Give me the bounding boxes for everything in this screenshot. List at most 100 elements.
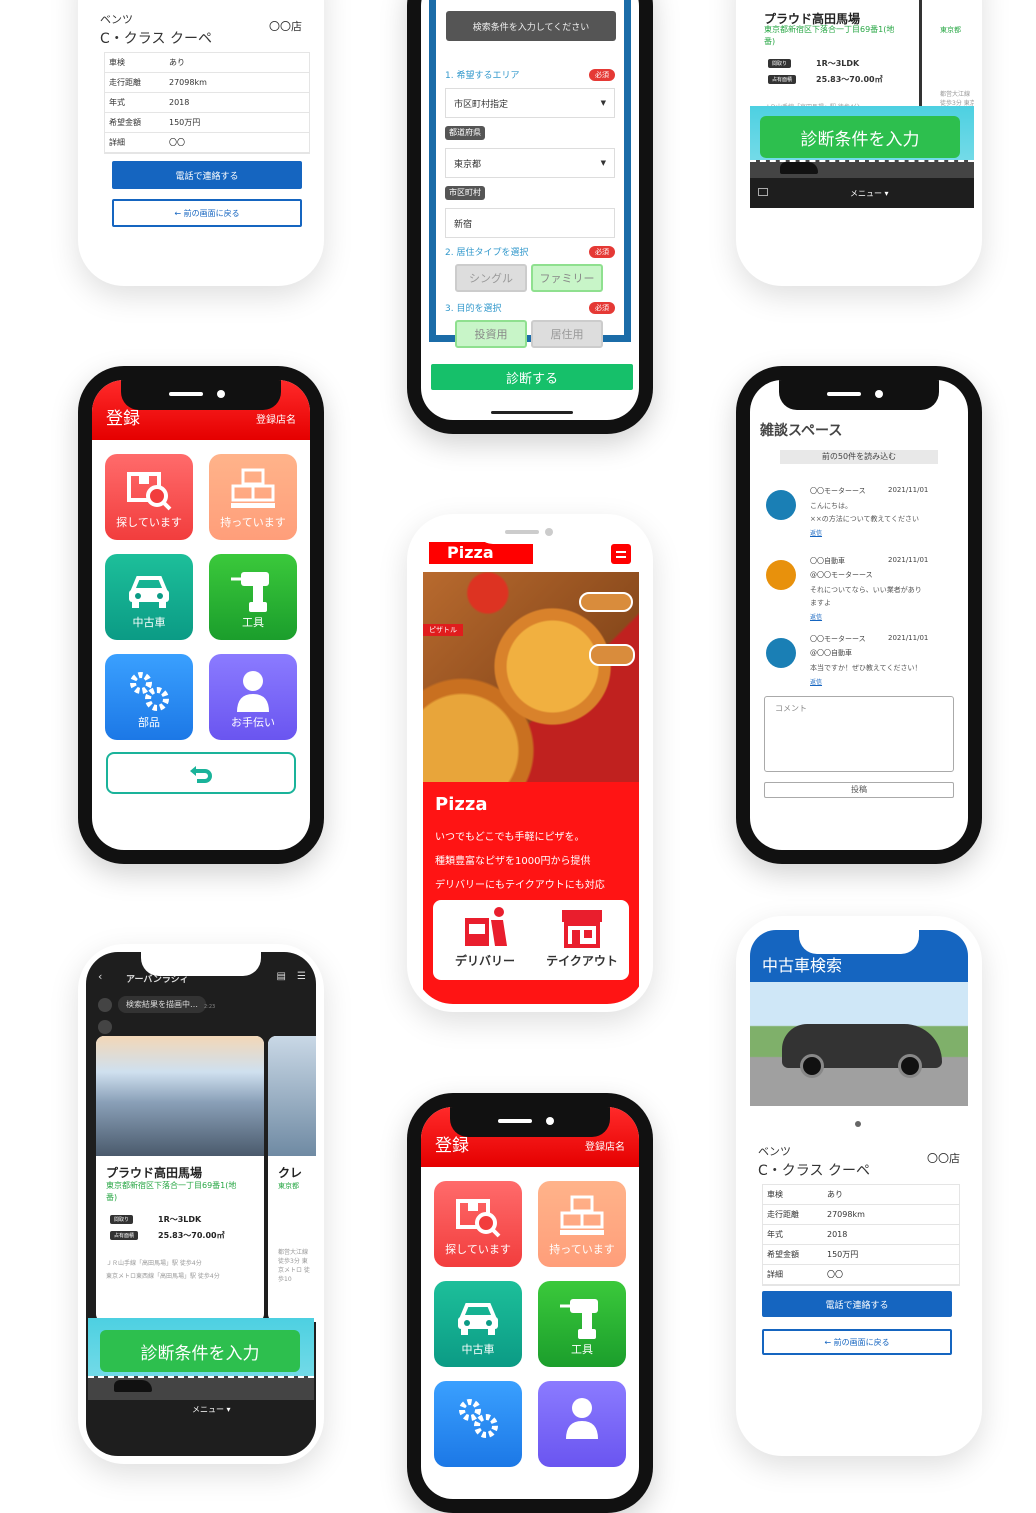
car-photo (750, 982, 968, 1106)
property-name: プラウド高田馬場 (106, 1166, 203, 1180)
diagnose-cta-button[interactable]: 診断条件を入力 (100, 1330, 300, 1372)
spec-row: 詳細 〇〇 (763, 1264, 959, 1285)
avatar (98, 1020, 112, 1034)
spec-key: 詳細 (105, 132, 165, 153)
notch (799, 930, 919, 954)
hotdog (579, 592, 633, 612)
tile-parts[interactable]: 部品 (105, 654, 193, 740)
post-author: 〇〇自動車 (810, 557, 845, 565)
list-icon[interactable]: ▤ (277, 971, 286, 982)
spec-value: 27098km (823, 1204, 959, 1225)
delivery-icon (465, 907, 507, 946)
tile-searching[interactable]: 探しています (105, 454, 193, 540)
screen: 登録 登録店名 探しています 持っています 中古車 工具 (421, 1107, 639, 1499)
reply-link[interactable]: 返信 (810, 677, 822, 686)
delivery-button[interactable]: デリバリー (443, 906, 527, 976)
spec-table: 車検 あり 走行距離 27098km 年式 2018 希望金額 150万円 詳細 〇〇 (104, 52, 310, 154)
tile-label: 工具 (571, 1343, 593, 1356)
keyboard-icon[interactable] (758, 188, 768, 196)
phone-car-detail-top: ベンツ C・クラス クーペ 〇〇店 車検 あり 走行距離 27098km 年式 2018 希… (78, 0, 324, 286)
access-line-2: 東京メトロ東西線「高田馬場」駅 徒歩4分 (106, 1273, 220, 1280)
area-badge: 占有面積 (110, 1231, 139, 1240)
call-button[interactable]: 電話で連絡する (112, 161, 302, 189)
post-date: 2021/11/01 (888, 634, 929, 642)
screen: ベンツ C・クラス クーペ 〇〇店 車検 あり 走行距離 27098km 年式 2018 希… (86, 0, 316, 278)
takeout-button[interactable]: テイクアウト (537, 906, 627, 976)
search-box-icon (456, 1199, 501, 1238)
menu-label[interactable]: メニュー ▾ (850, 188, 889, 199)
back-button[interactable]: ← 前の画面に戻る (112, 199, 302, 227)
layout-badge: 間取り (768, 59, 792, 68)
type-family-button[interactable]: ファミリー (531, 264, 603, 292)
area-select[interactable]: 市区町村指定 ▼ (445, 88, 615, 118)
phone-menu-app-bottom: 登録 登録店名 探しています 持っています 中古車 工具 (407, 1093, 653, 1513)
phone-used-car: 中古車検索 ベンツ C・クラス クーペ 〇〇店 車検 あり 走行距離 27098km 年… (736, 916, 982, 1456)
call-button[interactable]: 電話で連絡する (762, 1291, 952, 1317)
car-icon (114, 1380, 152, 1392)
shop-label: 〇〇店 (927, 1152, 960, 1165)
spec-key: 年式 (763, 1224, 823, 1245)
brand-label: ベンツ (100, 13, 133, 26)
back-button[interactable]: ← 前の画面に戻る (762, 1329, 952, 1355)
comment-input[interactable]: コメント (764, 696, 954, 772)
post-body: こんにちは。 ××の方法について教えてください (810, 502, 919, 524)
city-input[interactable]: 新宿 (445, 208, 615, 238)
tile-have[interactable]: 持っています (538, 1181, 626, 1267)
spec-row: 年式 2018 (763, 1224, 959, 1245)
menu-label[interactable]: メニュー ▾ (192, 1404, 231, 1415)
tile-tools[interactable]: 工具 (209, 554, 297, 640)
post-button[interactable]: 投稿 (764, 782, 954, 798)
search-box-icon (127, 472, 172, 511)
screen: プラウド高田馬場 東京都新宿区下落合一丁目69番1(地番) 間取り 1R〜3LD… (744, 0, 974, 278)
post-mention: @〇〇モーターース (810, 571, 873, 579)
tile-tools[interactable]: 工具 (538, 1281, 626, 1367)
shop-label: 〇〇店 (269, 20, 302, 33)
spec-value: あり (165, 53, 309, 73)
reply-link[interactable]: 返信 (810, 612, 822, 621)
shop-icon (562, 910, 602, 948)
purpose-live-button[interactable]: 居住用 (531, 320, 603, 348)
tile-label: 中古車 (132, 616, 166, 629)
tile-used-car[interactable]: 中古車 (434, 1281, 522, 1367)
pref-select[interactable]: 東京都 ▼ (445, 148, 615, 178)
purpose-invest-button[interactable]: 投資用 (455, 320, 527, 348)
city-tag: 市区町村 (445, 186, 485, 200)
pizza-heading: Pizza (435, 794, 488, 815)
reply-link[interactable]: 返信 (810, 528, 822, 537)
building-image (96, 1036, 264, 1156)
notch (779, 380, 939, 410)
menu-icon[interactable]: ☰ (297, 971, 306, 982)
load-more-button[interactable]: 前の50件を読み込む (780, 450, 938, 464)
property-address: 東京都新宿区下落合一丁目69番1(地番) (764, 25, 895, 46)
diagnose-cta-button[interactable]: 診断条件を入力 (760, 116, 960, 158)
layout-badge: 間取り (110, 1215, 134, 1224)
person-icon (237, 671, 269, 712)
pizza-line-1: いつでもどこでも手軽にピザを。 (435, 832, 585, 843)
tile-used-car[interactable]: 中古車 (105, 554, 193, 640)
spec-value: 〇〇 (823, 1264, 959, 1285)
next-property-access: 都営大江線 徒歩3分 東京メトロ 徒歩10 (278, 1249, 310, 1283)
area-badge: 占有面積 (768, 75, 797, 84)
stacked-boxes-icon (231, 468, 275, 508)
tile-label: 持っています (549, 1243, 615, 1256)
back-icon[interactable]: ‹ (98, 970, 102, 983)
tile-searching[interactable]: 探しています (434, 1181, 522, 1267)
carousel-dot[interactable] (855, 1121, 861, 1127)
hamburger-menu-button[interactable] (611, 544, 631, 564)
tile-help[interactable] (538, 1381, 626, 1467)
spec-value: 2018 (823, 1224, 959, 1245)
next-property-name: クレ (278, 1166, 303, 1180)
tile-parts[interactable] (434, 1381, 522, 1467)
screen: Pizza ピザトル Pizza いつでもどこでも手軽にピザを。 種類豊富なピザ… (415, 522, 645, 1004)
spec-value: あり (823, 1185, 959, 1205)
return-button[interactable] (106, 752, 296, 794)
phone-property-bottom: ‹ アーバンラシィ ▤ ☰ 検索結果を描画中… 2:23 プラウド高田馬場 東京… (78, 944, 324, 1464)
tile-have[interactable]: 持っています (209, 454, 297, 540)
app-title: 中古車検索 (762, 956, 843, 975)
submit-button[interactable]: 診断する (431, 364, 633, 390)
car-icon (458, 1303, 498, 1335)
tile-help[interactable]: お手伝い (209, 654, 297, 740)
type-single-button[interactable]: シングル (455, 264, 527, 292)
screen: 中古車検索 ベンツ C・クラス クーペ 〇〇店 車検 あり 走行距離 27098km 年… (744, 924, 974, 1448)
phone-search-form: 検索条件を入力してください 1. 希望するエリア 必須 市区町村指定 ▼ 都道府県… (407, 0, 653, 434)
